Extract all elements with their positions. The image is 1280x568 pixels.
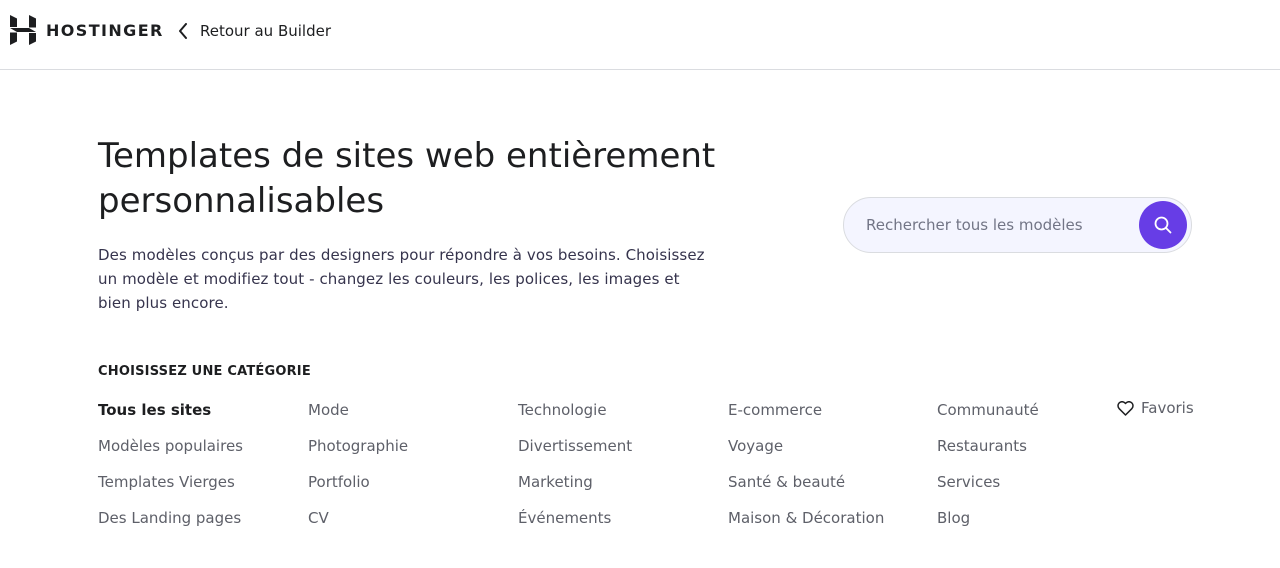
- favorites-label: Favoris: [1141, 399, 1194, 417]
- category-marketing[interactable]: Marketing: [518, 470, 718, 506]
- category-column-2: Mode Photographie Portfolio CV: [308, 398, 508, 542]
- category-portfolio[interactable]: Portfolio: [308, 470, 508, 506]
- page-title-line-2: personnalisables: [98, 181, 385, 221]
- category-home-decor[interactable]: Maison & Décoration: [728, 506, 928, 542]
- page-description: Des modèles conçus par des designers pou…: [98, 243, 748, 315]
- page-title-line-1: Templates de sites web entièrement: [98, 136, 716, 176]
- category-health-beauty[interactable]: Santé & beauté: [728, 470, 928, 506]
- favorites-link[interactable]: Favoris: [1117, 396, 1194, 420]
- heart-icon: [1117, 400, 1134, 416]
- category-restaurants[interactable]: Restaurants: [937, 434, 1137, 470]
- category-landing-pages[interactable]: Des Landing pages: [98, 506, 298, 542]
- page-description-line-2: un modèle et modifiez tout - changez les…: [98, 270, 680, 288]
- back-to-builder-label: Retour au Builder: [200, 22, 331, 40]
- category-column-5: Communauté Restaurants Services Blog: [937, 398, 1137, 542]
- category-all-sites[interactable]: Tous les sites: [98, 398, 298, 434]
- search-input[interactable]: [866, 212, 1136, 238]
- hostinger-logo-icon: [10, 15, 36, 45]
- category-blog[interactable]: Blog: [937, 506, 1137, 542]
- category-technology[interactable]: Technologie: [518, 398, 718, 434]
- brand-name: HOSTINGER: [46, 20, 164, 40]
- category-fashion[interactable]: Mode: [308, 398, 508, 434]
- category-entertainment[interactable]: Divertissement: [518, 434, 718, 470]
- category-community[interactable]: Communauté: [937, 398, 1137, 434]
- category-travel[interactable]: Voyage: [728, 434, 928, 470]
- category-blank-templates[interactable]: Templates Vierges: [98, 470, 298, 506]
- hostinger-logo[interactable]: HOSTINGER: [10, 15, 164, 45]
- chevron-left-icon: [179, 23, 187, 39]
- page-title: Templates de sites web entièrement perso…: [98, 134, 778, 224]
- page-description-line-3: bien plus encore.: [98, 294, 229, 312]
- top-header: HOSTINGER Retour au Builder: [0, 0, 1280, 70]
- back-to-builder-link[interactable]: Retour au Builder: [178, 19, 331, 43]
- category-photography[interactable]: Photographie: [308, 434, 508, 470]
- category-ecommerce[interactable]: E-commerce: [728, 398, 928, 434]
- category-popular-templates[interactable]: Modèles populaires: [98, 434, 298, 470]
- category-column-3: Technologie Divertissement Marketing Évé…: [518, 398, 718, 542]
- search-button[interactable]: [1139, 201, 1187, 249]
- category-events[interactable]: Événements: [518, 506, 718, 542]
- category-column-1: Tous les sites Modèles populaires Templa…: [98, 398, 298, 542]
- search-icon: [1154, 216, 1172, 234]
- category-column-4: E-commerce Voyage Santé & beauté Maison …: [728, 398, 928, 542]
- page-description-line-1: Des modèles conçus par des designers pou…: [98, 246, 705, 264]
- category-heading: CHOISISSEZ UNE CATÉGORIE: [98, 364, 311, 379]
- category-services[interactable]: Services: [937, 470, 1137, 506]
- category-cv[interactable]: CV: [308, 506, 508, 542]
- template-search-bar: [843, 197, 1192, 253]
